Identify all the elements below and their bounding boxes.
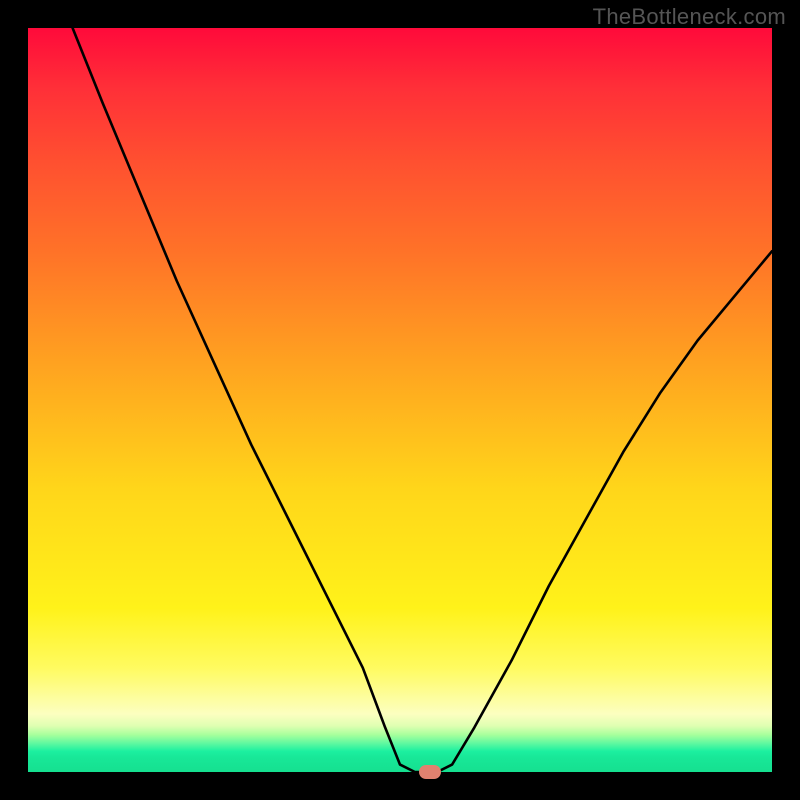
watermark-text: TheBottleneck.com bbox=[593, 4, 786, 30]
chart-frame: TheBottleneck.com bbox=[0, 0, 800, 800]
bottleneck-curve bbox=[28, 28, 772, 772]
optimal-point-marker bbox=[419, 765, 441, 779]
chart-plot-area bbox=[28, 28, 772, 772]
